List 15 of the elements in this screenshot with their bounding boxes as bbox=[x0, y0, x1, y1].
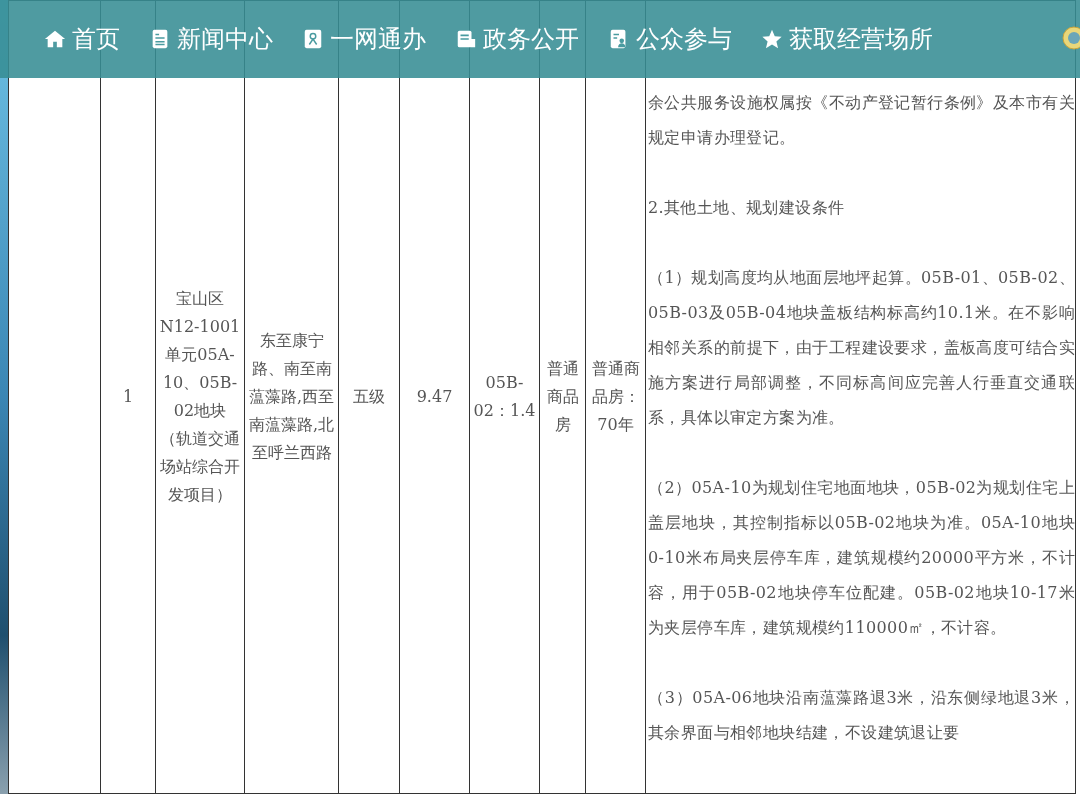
nav-link[interactable]: 一网通办 bbox=[302, 23, 426, 55]
emblem-icon bbox=[1062, 26, 1080, 50]
nav-link[interactable]: 新闻中心 bbox=[149, 23, 273, 55]
paragraph: （1）规划高度均从地面层地坪起算。05B-01、05B-02、05B-03及05B-04地块盖板结构标高约10.1米。在不影响相邻关系的前提下，由于工程建设要求，盖板高度可结合实施方案进行局部调整，不同标高间应完善人行垂直交通联系，具体以审定方案为准。 bbox=[648, 267, 1075, 429]
nav-link[interactable]: 获取经营场所 bbox=[761, 23, 933, 55]
paragraph: （2）05A-10为规划住宅地面地块，05B-02为规划住宅上盖层地块，其控制指标以05B-02地块为准。05A-10地块0-10米布局夹层停车库，建筑规模约20000平方米，不计容，用于05B-02地块停车位配建。05B-02地块10-17米为夹层停车库，建筑规模约110000㎡，不计容。 bbox=[648, 477, 1075, 639]
nav-link[interactable]: 首页 bbox=[44, 23, 120, 55]
person-badge-icon bbox=[302, 28, 324, 50]
home-icon bbox=[44, 28, 66, 50]
paragraph: 2.其他土地、规划建设条件 bbox=[648, 197, 846, 219]
paragraph: （3）05A-06地块沿南蕰藻路退3米，沿东侧绿地退3米，其余界面与相邻地块结建，不设建筑退让要 bbox=[648, 687, 1075, 744]
paragraph: 余公共服务设施权属按《不动产登记暂行条例》及本市有关规定申请办理登记。 bbox=[648, 92, 1075, 149]
star-icon bbox=[761, 28, 783, 50]
file-icon bbox=[455, 28, 477, 50]
nav-link[interactable]: 政务公开 bbox=[455, 23, 579, 55]
